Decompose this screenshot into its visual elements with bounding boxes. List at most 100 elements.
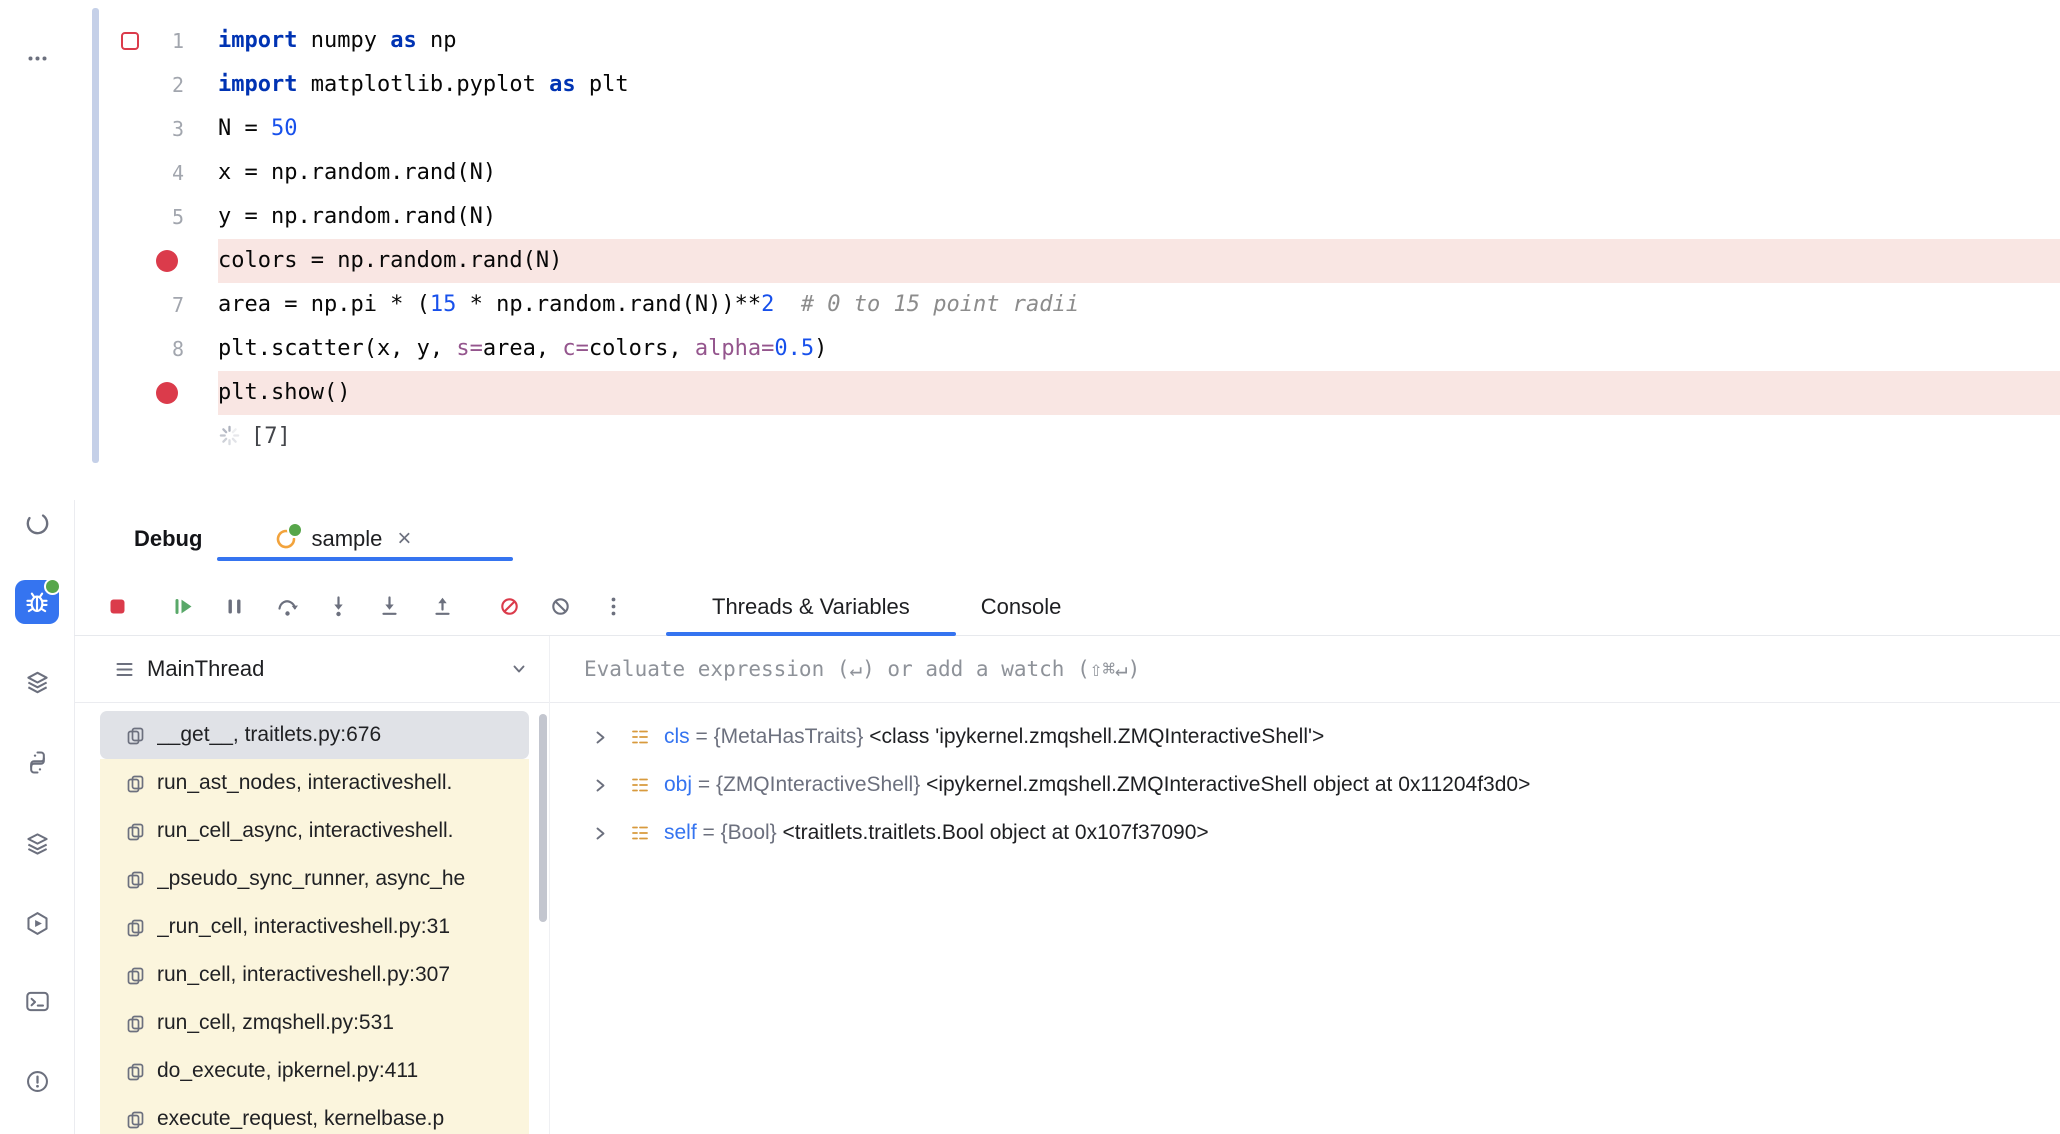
threads-icon [116,662,133,676]
variable-value: <class 'ipykernel.zmqshell.ZMQInteractiv… [869,725,1325,748]
stack-frame-row[interactable]: run_ast_nodes, interactiveshell. [100,759,529,807]
close-tab-icon[interactable]: × [397,527,411,551]
gutter[interactable]: 2 [74,63,218,107]
stop-icon [110,599,125,614]
frame-icon [127,871,144,888]
gutter[interactable] [74,239,218,283]
services-tool-window-button[interactable] [15,901,59,945]
code-text[interactable]: plt.show() [218,371,2060,415]
stack-frame-row[interactable]: execute_request, kernelbase.p [100,1095,529,1134]
pause-button[interactable] [221,593,248,620]
frame-label: __get__, traitlets.py:676 [157,723,382,746]
code-text[interactable]: colors = np.random.rand(N) [218,239,2060,283]
code-line[interactable]: plt.show() [74,371,2060,415]
chevron-down-icon [513,665,525,673]
tab-threads-variables[interactable]: Threads & Variables [666,578,956,636]
stack-frame-row[interactable]: run_cell_async, interactiveshell. [100,807,529,855]
step-into-button[interactable] [325,593,352,620]
code-area[interactable]: 1 import numpy as np 2 import matplotlib… [74,19,2060,459]
tab-console[interactable]: Console [981,578,1062,635]
breakpoint-icon[interactable] [156,250,178,272]
line-number: 7 [171,293,184,317]
frames-panel: MainThread __get__, traitlets.py:676 run… [74,636,549,1134]
pause-icon [228,599,241,614]
evaluate-expression-field[interactable]: Evaluate expression (↵) or add a watch (… [550,636,2060,703]
terminal-tool-window-button[interactable] [15,979,59,1023]
code-line[interactable]: [7] [74,415,2060,459]
cell-run-marker-icon[interactable] [121,32,139,50]
variable-type: = {ZMQInteractiveShell} [697,773,921,796]
more-tool-windows-button[interactable] [15,36,59,80]
line-number: 1 [171,29,184,53]
problems-tool-window-button[interactable] [15,1059,59,1103]
step-over-icon [278,600,298,616]
code-text[interactable]: [7] [218,415,2060,459]
gutter[interactable] [74,371,218,415]
stack-frame-row[interactable]: _pseudo_sync_runner, async_he [100,855,529,903]
code-line[interactable]: colors = np.random.rand(N) [74,239,2060,283]
mute-breakpoints-button[interactable] [547,593,574,620]
python-tool-window-button[interactable] [15,740,59,784]
gutter[interactable] [74,415,218,459]
stack-tool-window-button[interactable] [15,660,59,704]
code-text[interactable]: import matplotlib.pyplot as plt [218,63,2060,107]
variable-row[interactable]: cls = {MetaHasTraits} <class 'ipykernel.… [550,713,2060,761]
debug-tool-window-button[interactable] [15,578,61,624]
code-line[interactable]: 5 y = np.random.rand(N) [74,195,2060,239]
run-tab-sample[interactable]: sample × [258,500,425,578]
frame-icon [127,1015,144,1032]
stack-frame-row[interactable]: run_cell, interactiveshell.py:307 [100,951,529,999]
stack-frame-row[interactable]: __get__, traitlets.py:676 [100,711,529,759]
variable-row[interactable]: self = {Bool} <traitlets.traitlets.Bool … [550,809,2060,857]
code-line[interactable]: 4 x = np.random.rand(N) [74,151,2060,195]
breakpoint-icon[interactable] [156,382,178,404]
step-out-button[interactable] [429,593,456,620]
stack-frame-row[interactable]: _run_cell, interactiveshell.py:31 [100,903,529,951]
stop-button[interactable] [104,593,131,620]
variable-name: self [664,821,697,844]
code-text[interactable]: x = np.random.rand(N) [218,151,2060,195]
gutter[interactable]: 5 [74,195,218,239]
progress-button[interactable] [15,501,59,545]
gutter[interactable]: 3 [74,107,218,151]
code-line[interactable]: 8 plt.scatter(x, y, s=area, c=colors, al… [74,327,2060,371]
chevron-right-icon[interactable] [593,730,608,745]
chevron-right-icon[interactable] [593,826,608,841]
chevron-right-icon[interactable] [593,778,608,793]
force-step-into-button[interactable] [376,593,403,620]
code-line[interactable]: 2 import matplotlib.pyplot as plt [74,63,2060,107]
code-token: import [218,28,298,53]
gutter[interactable]: 1 [74,19,218,63]
variable-text: self = {Bool} <traitlets.traitlets.Bool … [664,821,1209,845]
force-step-into-icon [382,596,397,615]
resume-button[interactable] [170,593,197,620]
code-line[interactable]: 1 import numpy as np [74,19,2060,63]
layers-tool-window-button[interactable] [15,821,59,865]
variable-row[interactable]: obj = {ZMQInteractiveShell} <ipykernel.z… [550,761,2060,809]
stack-frame-row[interactable]: do_execute, ipkernel.py:411 [100,1047,529,1095]
code-text[interactable]: plt.scatter(x, y, s=area, c=colors, alph… [218,327,2060,371]
code-text[interactable]: area = np.pi * (15 * np.random.rand(N))*… [218,283,2060,327]
variable-type: = {MetaHasTraits} [695,725,864,748]
gutter[interactable]: 8 [74,327,218,371]
more-options-button[interactable] [600,593,627,620]
code-token: colors = np.random.rand(N) [218,248,563,273]
step-over-button[interactable] [274,593,301,620]
line-number: 3 [171,117,184,141]
code-text[interactable]: y = np.random.rand(N) [218,195,2060,239]
code-token: N = [218,116,271,141]
code-line[interactable]: 7 area = np.pi * (15 * np.random.rand(N)… [74,283,2060,327]
frame-icon [127,823,144,840]
stack-frame-row[interactable]: run_cell, zmqshell.py:531 [100,999,529,1047]
code-text[interactable]: N = 50 [218,107,2060,151]
python-icon [29,750,45,774]
code-line[interactable]: 3 N = 50 [74,107,2060,151]
frame-label: run_cell, zmqshell.py:531 [157,1011,394,1034]
scrollbar-thumb[interactable] [539,714,547,922]
thread-selector[interactable]: MainThread [74,636,549,703]
gutter[interactable]: 7 [74,283,218,327]
code-text[interactable]: import numpy as np [218,19,2060,63]
gutter[interactable]: 4 [74,151,218,195]
view-breakpoints-button[interactable] [496,593,523,620]
